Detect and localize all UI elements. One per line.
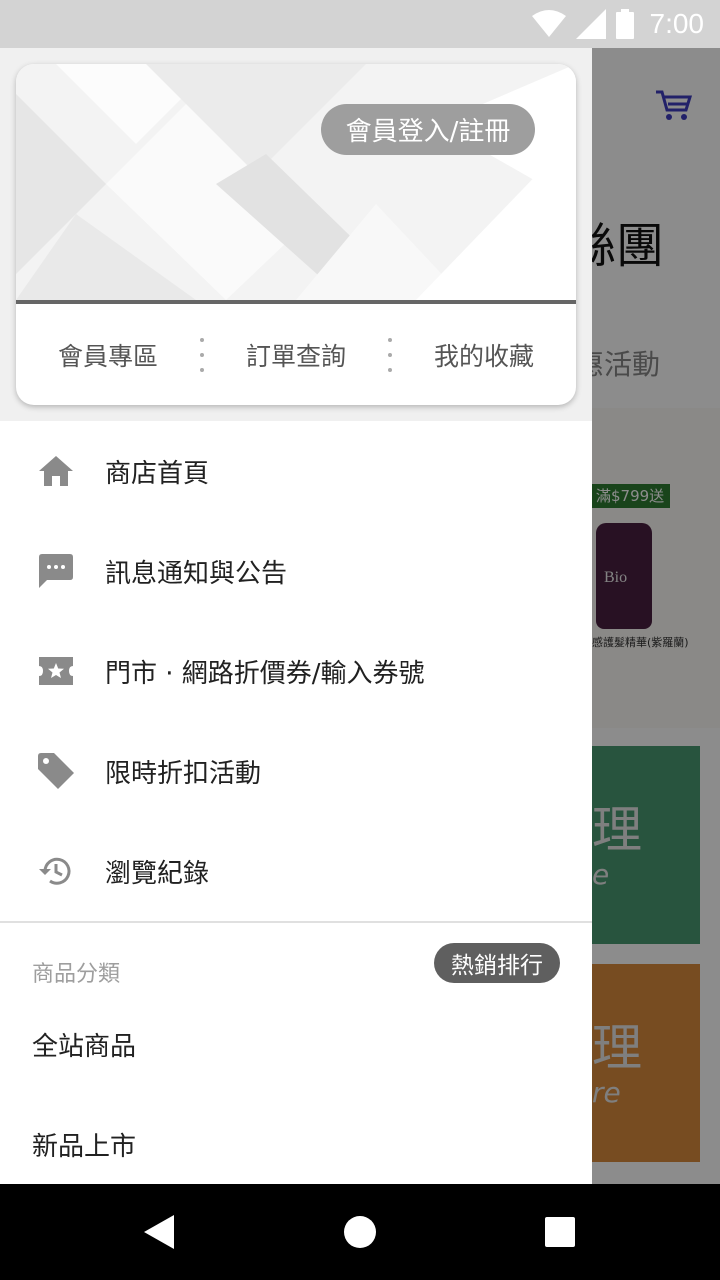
back-triangle-icon (144, 1215, 174, 1249)
member-area-link[interactable]: 會員專區 (16, 337, 200, 373)
member-card: 會員登入/註冊 會員專區 訂單查詢 我的收藏 (16, 64, 576, 405)
hot-ranking-button[interactable]: 熱銷排行 (434, 943, 560, 983)
menu-item-store-home[interactable]: 商店首頁 (0, 421, 592, 521)
coupon-icon (38, 653, 74, 689)
menu-item-label: 限時折扣活動 (105, 758, 262, 789)
menu-item-label: 門市 · 網路折價券/輸入券號 (105, 658, 425, 689)
wifi-icon (531, 10, 566, 37)
navigation-drawer: 會員登入/註冊 會員專區 訂單查詢 我的收藏 商店首頁 訊息通知與公告 門市 ·… (0, 48, 592, 1184)
nav-home-button[interactable] (310, 1184, 410, 1280)
battery-icon (615, 9, 634, 39)
drawer-header: 會員登入/註冊 會員專區 訂單查詢 我的收藏 (0, 48, 592, 421)
nav-recents-button[interactable] (510, 1184, 610, 1280)
signal-icon (575, 9, 606, 39)
status-time: 7:00 (649, 8, 705, 39)
card-background-pattern (16, 64, 576, 300)
system-nav-bar (0, 1184, 720, 1280)
tag-icon (38, 753, 74, 789)
menu-item-messages[interactable]: 訊息通知與公告 (0, 521, 592, 621)
login-register-button[interactable]: 會員登入/註冊 (321, 104, 535, 155)
nav-back-button[interactable] (110, 1184, 210, 1280)
category-new-arrivals[interactable]: 新品上市 (32, 1126, 136, 1163)
menu-item-coupons[interactable]: 門市 · 網路折價券/輸入券號 (0, 621, 592, 721)
category-all-products[interactable]: 全站商品 (32, 1026, 136, 1063)
menu-item-label: 商店首頁 (105, 458, 210, 489)
favorites-link[interactable]: 我的收藏 (392, 337, 576, 373)
status-bar: 7:00 (0, 0, 720, 48)
home-icon (38, 453, 74, 489)
menu-item-label: 瀏覽紀錄 (105, 858, 210, 889)
history-icon (38, 853, 74, 889)
status-icons: 7:00 (531, 0, 705, 48)
message-icon (38, 553, 74, 589)
order-query-link[interactable]: 訂單查詢 (204, 337, 388, 373)
menu-item-discounts[interactable]: 限時折扣活動 (0, 721, 592, 821)
menu-divider (0, 921, 592, 923)
menu-item-history[interactable]: 瀏覽紀錄 (0, 821, 592, 921)
menu-item-label: 訊息通知與公告 (105, 558, 288, 589)
card-links: 會員專區 訂單查詢 我的收藏 (16, 304, 576, 405)
recents-square-icon (545, 1217, 575, 1247)
category-heading: 商品分類 (32, 962, 121, 987)
home-circle-icon (344, 1216, 376, 1248)
drawer-menu: 商店首頁 訊息通知與公告 門市 · 網路折價券/輸入券號 限時折扣活動 瀏覽紀錄 (0, 421, 592, 921)
